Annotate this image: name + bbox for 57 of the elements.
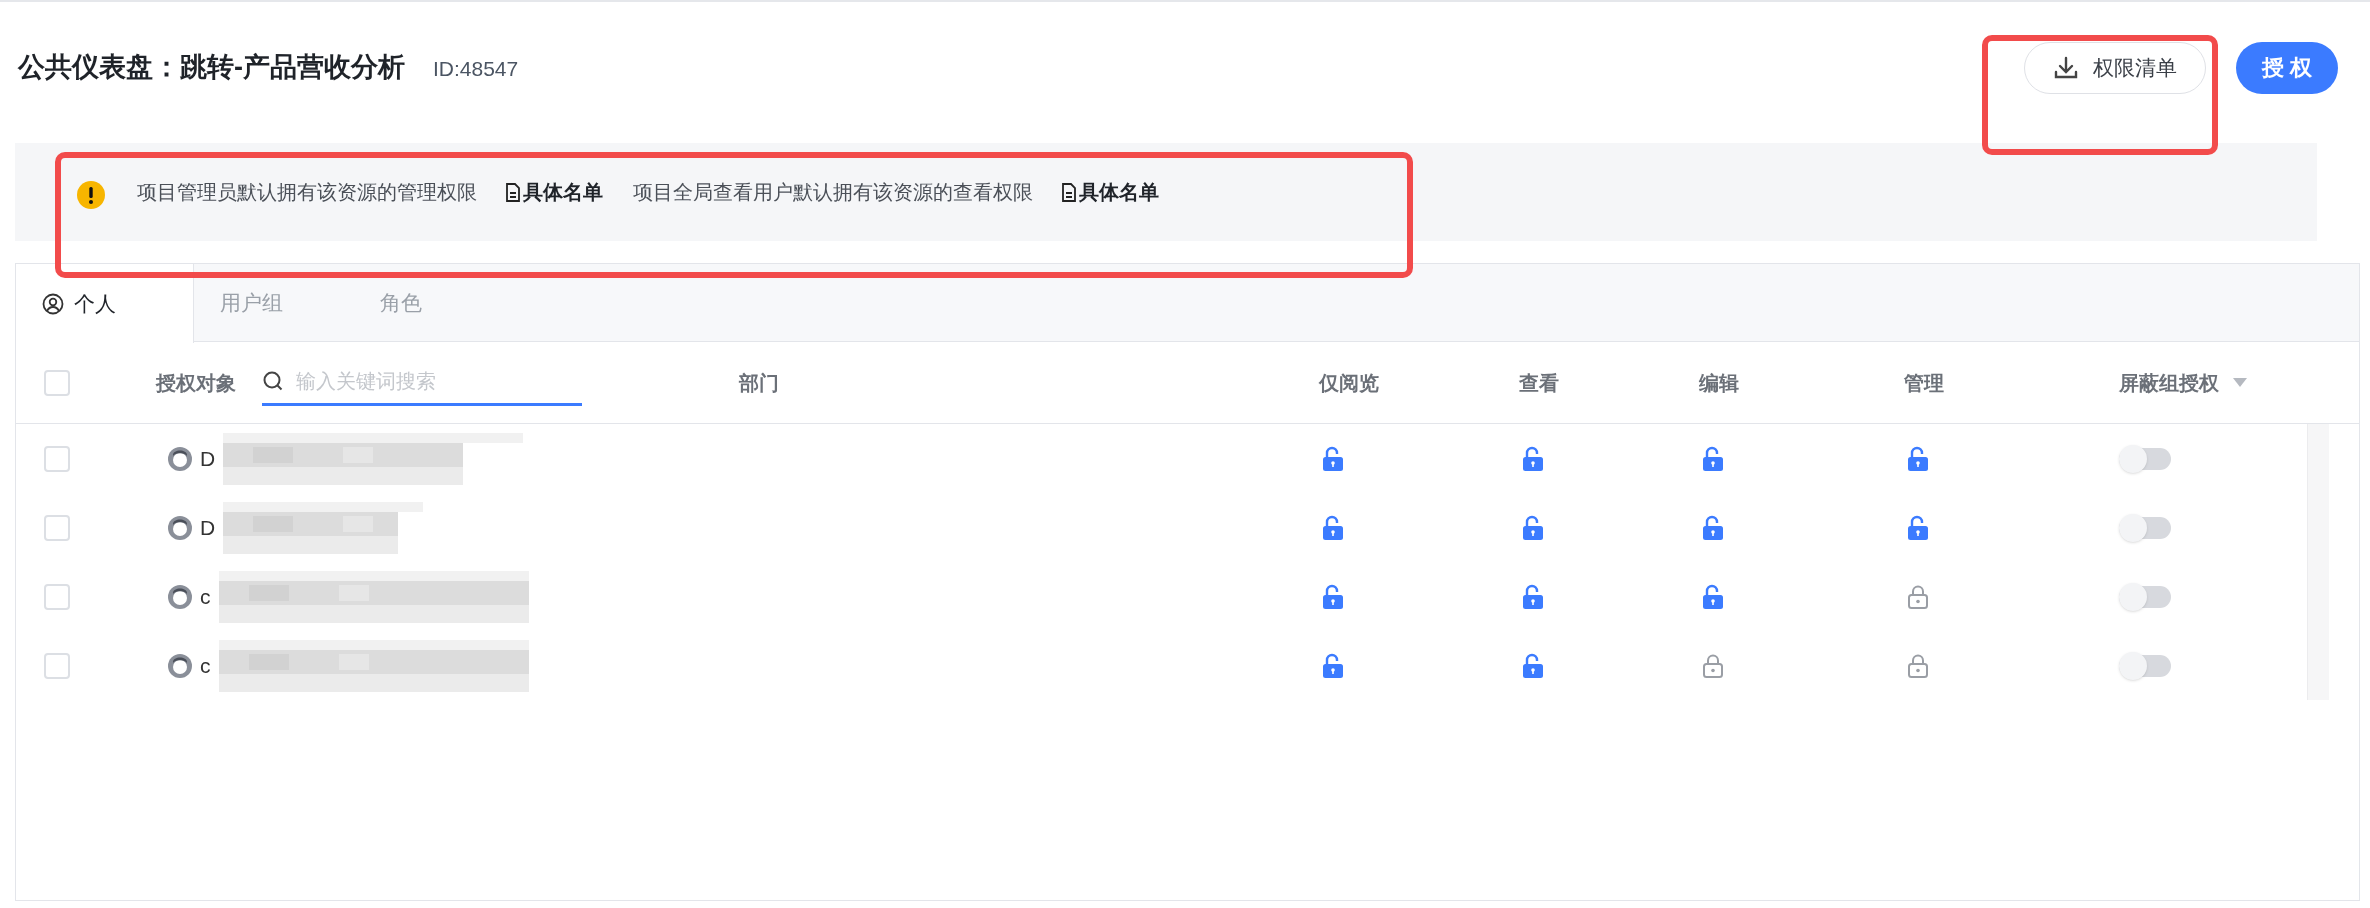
avatar-icon [168,584,192,609]
notice-text: 项目全局查看用户默认拥有该资源的查看权限 [633,180,1033,205]
avatar-icon [168,446,192,471]
document-icon [505,182,521,202]
user-name: D [200,445,216,472]
toggle-switch[interactable] [2119,447,2171,470]
checkbox[interactable] [44,652,70,679]
toggle-switch[interactable] [2119,654,2171,677]
column-header: 管理 [1904,370,1944,396]
dropdown-caret-icon[interactable] [2233,378,2247,387]
lock-icon[interactable] [1906,583,1930,610]
checkbox[interactable] [44,514,70,541]
document-icon [1061,182,1077,202]
unlocked-icon[interactable] [1701,583,1725,610]
unlocked-icon[interactable] [1321,652,1345,679]
column-header: 授权对象 [156,370,236,396]
search-icon [262,370,284,392]
lock-icon[interactable] [1906,652,1930,679]
notice-text: 项目管理员默认拥有该资源的管理权限 [137,180,477,205]
user-name: c [200,583,211,610]
user-name: D [200,514,216,541]
column-header: 查看 [1519,370,1559,396]
unlocked-icon[interactable] [1321,583,1345,610]
unlocked-icon[interactable] [1906,445,1930,472]
authorize-button[interactable]: 授 权 [2235,41,2338,94]
unlocked-icon[interactable] [1321,445,1345,472]
toggle-switch[interactable] [2119,516,2171,539]
tab[interactable]: 个人 [16,264,194,343]
unlocked-icon[interactable] [1521,652,1545,679]
unlocked-icon[interactable] [1321,514,1345,541]
unlocked-icon[interactable] [1521,583,1545,610]
unlocked-icon[interactable] [1521,514,1545,541]
avatar-icon [168,515,192,540]
search-field[interactable]: 输入关键词搜索 [292,359,582,406]
download-list-button[interactable]: 权限清单 [2023,41,2206,94]
download-icon [2052,54,2079,81]
unlocked-icon[interactable] [1906,514,1930,541]
column-header: 编辑 [1699,370,1739,396]
user-name: c [200,652,211,679]
column-header: 部门 [739,370,779,396]
detail-list-link[interactable]: 具体名单 [505,177,603,207]
warning-icon [77,181,105,209]
lock-icon[interactable] [1701,652,1725,679]
unlocked-icon[interactable] [1701,514,1725,541]
user-icon [42,292,64,315]
column-header: 仅阅览 [1319,370,1379,396]
column-header: 屏蔽组授权 [2119,370,2219,396]
checkbox[interactable] [44,369,70,396]
detail-list-link[interactable]: 具体名单 [1061,177,1159,207]
resource-id: ID:48547 [433,56,519,83]
checkbox[interactable] [44,583,70,610]
checkbox[interactable] [44,445,70,472]
avatar-icon [168,653,192,678]
toggle-switch[interactable] [2119,585,2171,608]
page-title: 公共仪表盘：跳转-产品营收分析 [18,51,405,85]
unlocked-icon[interactable] [1521,445,1545,472]
unlocked-icon[interactable] [1701,445,1725,472]
